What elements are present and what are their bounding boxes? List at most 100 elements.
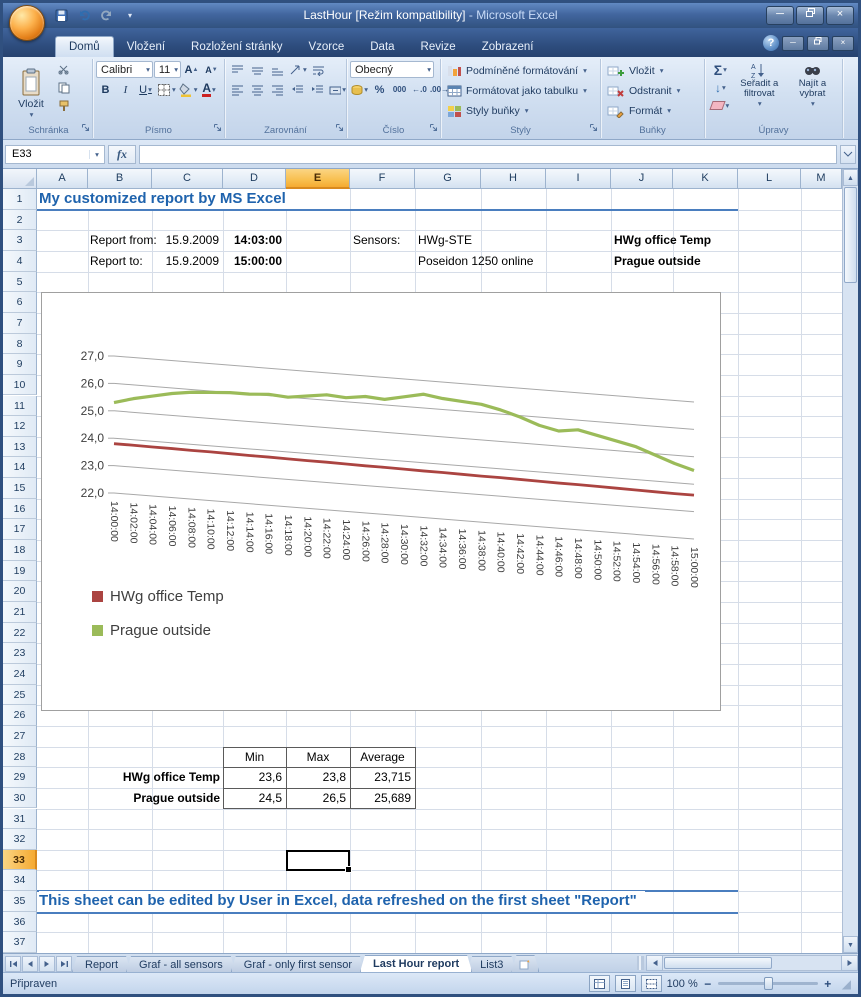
qat-customize-button[interactable]: ▾ [120,6,140,24]
font-name-select[interactable]: Calibri▾ [96,61,153,78]
increase-decimal-button[interactable]: ←.0 [410,81,429,98]
bold-button[interactable]: B [96,81,115,98]
sheet-tab-graf-only-first-sensor[interactable]: Graf - only first sensor [231,956,365,972]
insert-function-button[interactable]: fx [108,145,136,164]
sort-filter-button[interactable]: AZ Seřadit a filtrovat ▾ [733,61,786,125]
formula-input[interactable] [139,145,837,164]
orientation-button[interactable]: ▾ [288,61,308,78]
ribbon-tab-vlo-en[interactable]: Vložení [114,37,178,57]
autosum-button[interactable]: Σ▾ [708,61,733,78]
copy-button[interactable] [54,79,73,96]
find-select-button[interactable]: Najít a vybrat ▾ [786,61,839,125]
decrease-indent-button[interactable] [288,81,307,98]
minimize-button[interactable]: ─ [766,6,794,25]
row-header-2[interactable]: 2 [3,210,37,231]
borders-button[interactable]: ▾ [156,81,177,98]
h-scroll-track[interactable] [663,955,841,971]
dialog-launcher-number[interactable] [429,119,438,137]
row-header-4[interactable]: 4 [3,251,37,272]
row-header-10[interactable]: 10 [3,375,37,396]
restore-button[interactable] [796,6,824,25]
row-header-1[interactable]: 1 [3,189,37,210]
align-right-button[interactable] [268,81,287,98]
insert-cells-button[interactable]: Vložit ▾ [604,61,701,80]
comma-style-button[interactable]: 000 [390,81,409,98]
row-header-12[interactable]: 12 [3,416,37,437]
resize-grip[interactable]: ◢ [842,977,851,991]
increase-font-button[interactable]: A▲ [182,61,201,78]
row-header-27[interactable]: 27 [3,726,37,747]
row-header-28[interactable]: 28 [3,747,37,768]
ribbon-tab-zobrazen[interactable]: Zobrazení [469,37,547,57]
percent-style-button[interactable]: % [370,81,389,98]
column-header-i[interactable]: I [546,169,611,189]
sheet-tab-report[interactable]: Report [72,956,131,972]
row-header-37[interactable]: 37 [3,932,37,953]
column-header-d[interactable]: D [223,169,286,189]
dialog-launcher-font[interactable] [213,119,222,137]
zoom-in-button[interactable]: + [823,977,833,991]
clear-button[interactable]: ▾ [708,97,733,114]
wrap-text-button[interactable] [309,61,328,78]
align-middle-button[interactable] [248,61,267,78]
row-header-5[interactable]: 5 [3,272,37,293]
help-button[interactable]: ? [763,35,779,51]
format-as-table-button[interactable]: Formátovat jako tabulku ▾ [444,81,597,100]
row-header-3[interactable]: 3 [3,230,37,251]
selected-cell[interactable] [286,850,350,871]
row-header-24[interactable]: 24 [3,664,37,685]
close-button[interactable]: × [826,6,854,25]
view-normal-button[interactable] [589,975,610,992]
save-button[interactable] [51,6,71,24]
row-header-26[interactable]: 26 [3,705,37,726]
row-header-14[interactable]: 14 [3,457,37,478]
dialog-launcher-styles[interactable] [589,119,598,137]
column-header-f[interactable]: F [350,169,415,189]
column-header-g[interactable]: G [415,169,481,189]
align-top-button[interactable] [228,61,247,78]
fill-color-button[interactable]: ▾ [178,81,199,98]
column-header-a[interactable]: A [37,169,88,189]
chart[interactable]: 27,026,025,024,023,022,014:00:0014:02:00… [41,292,721,711]
name-box[interactable]: E33 ▾ [5,145,105,164]
workbook-minimize-button[interactable]: ─ [782,36,804,51]
row-header-32[interactable]: 32 [3,829,37,850]
zoom-out-button[interactable]: − [703,977,713,991]
v-scroll-thumb[interactable] [844,187,857,283]
ribbon-tab-vzorce[interactable]: Vzorce [295,37,357,57]
underline-button[interactable]: U▾ [136,81,155,98]
undo-button[interactable] [74,6,94,24]
format-painter-button[interactable] [54,97,73,114]
expand-formula-bar-button[interactable] [840,145,856,164]
next-sheet-button[interactable] [39,956,55,972]
dialog-launcher-alignment[interactable] [335,119,344,137]
delete-cells-button[interactable]: Odstranit ▾ [604,81,701,100]
ribbon-tab-rozlo-en-str-nky[interactable]: Rozložení stránky [178,37,295,57]
row-header-22[interactable]: 22 [3,623,37,644]
row-header-20[interactable]: 20 [3,581,37,602]
row-header-34[interactable]: 34 [3,870,37,891]
decrease-font-button[interactable]: A▼ [202,61,221,78]
row-header-25[interactable]: 25 [3,685,37,706]
cut-button[interactable] [54,61,73,78]
column-header-k[interactable]: K [673,169,738,189]
scroll-down-button[interactable]: ▼ [843,936,858,953]
h-scroll-thumb[interactable] [664,957,772,969]
zoom-slider[interactable] [718,982,818,985]
tab-splitter[interactable] [637,956,644,970]
row-header-29[interactable]: 29 [3,767,37,788]
row-header-8[interactable]: 8 [3,334,37,355]
cell-styles-button[interactable]: Styly buňky ▾ [444,101,597,120]
ribbon-tab-data[interactable]: Data [357,37,407,57]
sheet-tab-list3[interactable]: List3 [467,956,516,972]
row-header-19[interactable]: 19 [3,561,37,582]
row-header-35[interactable]: 35 [3,891,37,912]
office-button[interactable] [9,5,45,41]
scroll-up-button[interactable]: ▲ [843,169,858,186]
workbook-restore-button[interactable] [807,36,829,51]
column-header-l[interactable]: L [738,169,801,189]
row-header-33[interactable]: 33 [3,850,37,871]
font-color-button[interactable]: A▾ [200,81,219,98]
cell-grid[interactable]: My customized report by MS Excel Report … [37,189,842,953]
row-header-9[interactable]: 9 [3,354,37,375]
